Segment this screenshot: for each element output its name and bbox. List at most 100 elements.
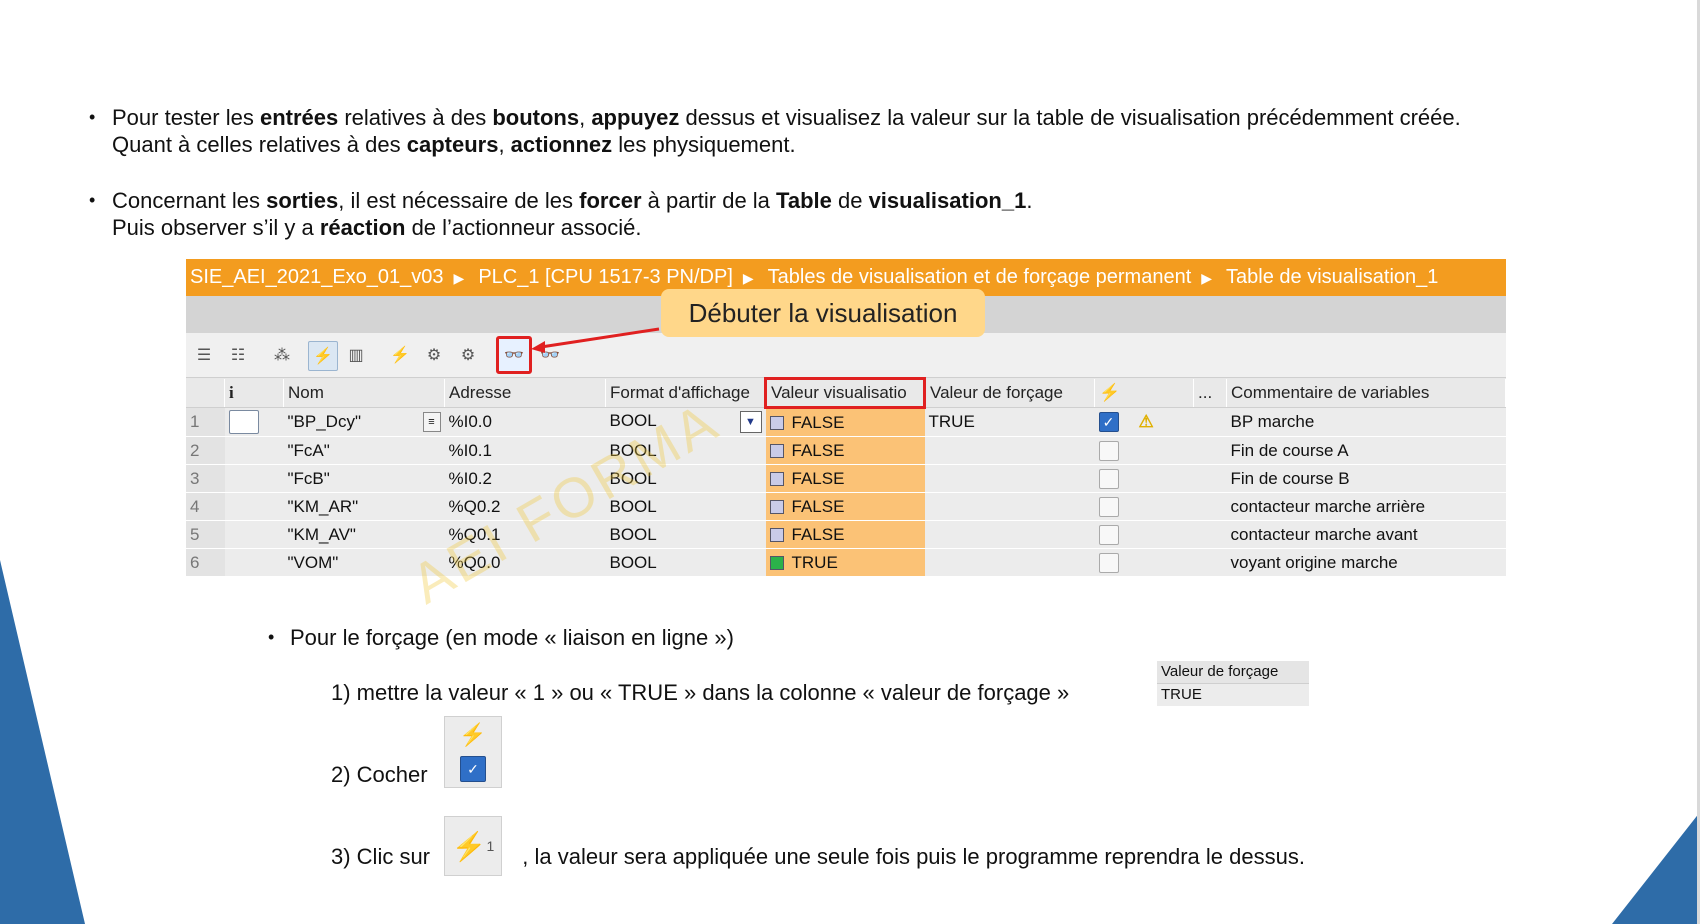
stop-force-icon[interactable]: ⚙ [454,341,482,369]
cell-force-value[interactable] [924,492,1095,521]
bold-text: boutons [492,105,580,130]
text: Puis observer s’il y a [112,215,320,240]
cell-format[interactable]: BOOL [605,520,766,549]
col-header-name[interactable]: Nom [283,378,445,408]
table-row[interactable]: 4 "KM_AR" %Q0.2 BOOL FALSE contacteur marche … [186,492,1506,521]
breadcrumb-item[interactable]: PLC_1 [CPU 1517-3 PN/DP] [478,266,733,288]
force-checkbox[interactable] [1098,440,1119,461]
table-row[interactable]: 5 "KM_AV" %Q0.1 BOOL FALSE contacteur marche … [186,520,1506,549]
cell-force-value[interactable] [924,548,1095,577]
col-header-monitor-value[interactable]: Valeur visualisatio [764,377,926,409]
selected-cell-icon[interactable] [228,410,259,434]
monitor-value: FALSE [791,496,845,516]
cell-comment[interactable]: contacteur marche arrière [1226,492,1506,521]
monitor-value: FALSE [791,412,845,432]
cell-force-checkbox[interactable] [1094,548,1194,577]
cell-name[interactable]: "KM_AV" [283,520,445,549]
force-checkbox[interactable] [1098,524,1119,545]
modify-icon[interactable]: ⁂ [268,341,296,369]
col-header-more[interactable]: ... [1193,378,1227,408]
cell-comment[interactable]: BP marche [1226,407,1506,437]
add-row-icon[interactable]: ☷ [224,341,252,369]
table-row[interactable]: 3 "FcB" %I0.2 BOOL FALSE Fin de course B [186,464,1506,493]
show-extended-columns-icon[interactable]: ▥ [342,341,370,369]
table-row[interactable]: 2 "FcA" %I0.1 BOOL FALSE Fin de course A [186,436,1506,465]
cell-name[interactable]: "BP_Dcy" ≡ [283,407,445,437]
force-checkbox[interactable] [1098,552,1119,573]
breadcrumb-item[interactable]: SIE_AEI_2021_Exo_01_v03 [190,266,444,288]
text: , il est nécessaire de les [338,188,580,213]
cell-address[interactable]: %I0.0 [444,407,606,437]
text: , [579,105,592,130]
bold-text: réaction [319,215,406,240]
breadcrumb-item[interactable]: Table de visualisation_1 [1226,266,1438,288]
show-force-columns-icon[interactable]: ⚡ [308,341,338,371]
cell-monitor-value: FALSE [765,492,925,521]
modify-once-icon[interactable]: ⚡ [386,341,414,369]
row-info-cell[interactable] [224,492,284,521]
bold-text: sorties [266,188,339,213]
bool-state-icon [769,500,784,515]
force-checkbox-sample: ⚡ ✓ [444,716,502,788]
text: Concernant les [112,188,267,213]
bold-text: entrées [259,105,339,130]
cell-force-checkbox[interactable] [1094,436,1194,465]
cell-comment[interactable]: voyant origine marche [1226,548,1506,577]
force-checkbox[interactable] [1098,496,1119,517]
bold-text: capteurs [406,132,499,157]
monitor-all-glasses-icon[interactable]: 👓 [496,336,532,374]
text: , [498,132,511,157]
text: Pour tester les [112,105,260,130]
bullet-1: • Pour tester les entrées relatives à de… [89,104,1461,158]
cell-force-value[interactable] [924,520,1095,549]
table-row[interactable]: 1 "BP_Dcy" ≡ %I0.0 BOOL ▼ FALSE TRUE ✓ ⚠ BP marche [186,407,1506,437]
cell-force-value[interactable] [924,464,1095,493]
tag-name: "FcB" [287,468,330,488]
col-header-force-icon: ⚡ [1094,378,1194,408]
row-number: 5 [186,520,225,549]
col-header-force-value[interactable]: Valeur de forçage [924,378,1095,408]
row-info-cell[interactable] [224,520,284,549]
cell-force-checkbox[interactable] [1094,464,1194,493]
cell-more [1193,436,1227,465]
cell-name[interactable]: "KM_AR" [283,492,445,521]
row-info-cell[interactable] [224,436,284,465]
force-checkbox[interactable] [1098,468,1119,489]
text: . [1026,188,1033,213]
col-header-address[interactable]: Adresse [444,378,606,408]
cell-name[interactable]: "FcB" [283,464,445,493]
cell-force-checkbox[interactable] [1094,520,1194,549]
bold-text: visualisation_1 [868,188,1027,213]
cell-force-checkbox[interactable] [1094,492,1194,521]
cell-comment[interactable]: contacteur marche avant [1226,520,1506,549]
cell-more [1193,548,1227,577]
insert-row-icon[interactable]: ☰ [190,341,218,369]
bool-state-icon [769,416,784,431]
bold-text: Table [776,188,832,213]
col-header-comment[interactable]: Commentaire de variables [1226,378,1506,408]
cell-force-checkbox[interactable]: ✓ ⚠ [1094,407,1194,437]
row-number: 6 [186,548,225,577]
cell-format[interactable]: BOOL [605,548,766,577]
watch-table: i Nom Adresse Format d'affichage Valeur … [186,377,1506,577]
row-info-cell[interactable] [224,464,284,493]
text: à partir de la [641,188,777,213]
cell-comment[interactable]: Fin de course A [1226,436,1506,465]
breadcrumb-item[interactable]: Tables de visualisation et de forçage pe… [768,266,1192,288]
bold-text: forcer [579,188,642,213]
force-icon[interactable]: ⚙ [420,341,448,369]
table-row[interactable]: 6 "VOM" %Q0.0 BOOL TRUE voyant origine marche [186,548,1506,577]
cell-name[interactable]: "FcA" [283,436,445,465]
row-info-cell[interactable] [224,407,284,437]
cell-more [1193,520,1227,549]
row-info-cell[interactable] [224,548,284,577]
cell-force-value[interactable]: TRUE [924,407,1095,437]
bool-state-icon [769,444,784,459]
dropdown-arrow-icon[interactable]: ▼ [739,411,762,433]
tag-list-icon[interactable]: ≡ [422,412,441,432]
cell-force-value[interactable] [924,436,1095,465]
force-checkbox[interactable]: ✓ [1098,412,1119,433]
cell-comment[interactable]: Fin de course B [1226,464,1506,493]
cell-more [1193,464,1227,493]
cell-monitor-value: FALSE [765,407,925,437]
